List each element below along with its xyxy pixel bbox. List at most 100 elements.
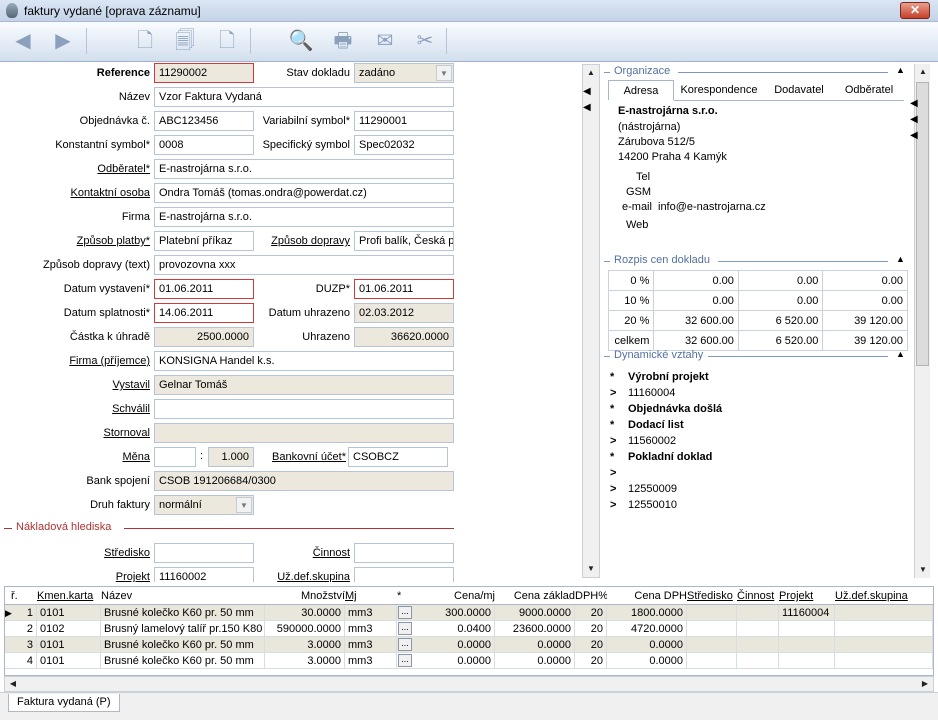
doprava-field[interactable]: Profi balík, Česká p (354, 231, 454, 251)
tab-odberatel[interactable]: Odběratel (836, 80, 902, 100)
grid-cell[interactable]: 3.0000 (265, 637, 345, 653)
objednavka-field[interactable]: ABC123456 (154, 111, 254, 131)
mail-icon[interactable]: ✉ (370, 26, 400, 56)
grid-cell[interactable] (835, 653, 933, 669)
grid-cell[interactable]: 300.0000 (413, 605, 495, 621)
grid-column-header[interactable]: Činnost (737, 587, 779, 605)
forward-arrow-icon[interactable]: ▶ (48, 26, 78, 56)
grid-cell[interactable]: mm3 (345, 605, 397, 621)
odberatel-label[interactable]: Odběratel* (4, 162, 150, 176)
grid-cell[interactable] (835, 605, 933, 621)
scroll-right-icon[interactable]: ▶ (917, 676, 933, 692)
stredisko-field[interactable] (154, 543, 254, 563)
grid-cell[interactable]: 0.0000 (413, 653, 495, 669)
datspl-field[interactable]: 14.06.2011 (154, 303, 254, 323)
firmaprij-field[interactable]: KONSIGNA Handel k.s. (154, 351, 454, 371)
grid-cell[interactable]: Brusné kolečko K60 pr. 50 mm (101, 605, 265, 621)
ellipsis-button[interactable]: ... (398, 622, 412, 635)
table-row[interactable]: ▶ 1 0101 Brusné kolečko K60 pr. 50 mm 30.000… (5, 605, 933, 621)
ucet-field[interactable]: CSOBCZ (348, 447, 448, 467)
projekt-label[interactable]: Projekt (4, 570, 150, 582)
nazev-field[interactable]: Vzor Faktura Vydaná (154, 87, 454, 107)
search-icon[interactable]: 🔍 (286, 26, 316, 56)
grid-cell[interactable]: Brusné kolečko K60 pr. 50 mm (101, 637, 265, 653)
druh-select[interactable]: normální ▼ (154, 495, 254, 515)
grid-cell[interactable]: 1800.0000 (607, 605, 687, 621)
grid-column-header[interactable]: Středisko (687, 587, 737, 605)
relation-item[interactable]: * Pokladní doklad (610, 449, 900, 465)
collapse-left-icon[interactable]: ◀ (583, 86, 591, 97)
relation-item[interactable]: >12550010 (610, 497, 900, 513)
scroll-down-icon[interactable]: ▼ (583, 561, 599, 577)
table-row[interactable]: 2 0102 Brusný lamelový talíř pr.150 K80 590… (5, 621, 933, 637)
doprava-label[interactable]: Způsob dopravy (260, 234, 350, 248)
scroll-down-icon[interactable]: ▼ (915, 562, 931, 578)
grid-cell[interactable]: 30.0000 (265, 605, 345, 621)
grid-cell[interactable]: 0101 (37, 653, 101, 669)
grid-cell[interactable] (737, 653, 779, 669)
grid-column-header[interactable]: Už.def.skupina (835, 587, 933, 605)
grid-hscrollbar[interactable]: ◀ ▶ (4, 676, 934, 692)
grid-cell[interactable]: 3.0000 (265, 653, 345, 669)
collapse-left-icon[interactable]: ◀ (910, 130, 918, 141)
tools-icon[interactable]: ✂ (410, 26, 440, 56)
grid-cell[interactable]: 4720.0000 (607, 621, 687, 637)
table-row[interactable]: 4 0101 Brusné kolečko K60 pr. 50 mm 3.0000 m… (5, 653, 933, 669)
grid-column-header[interactable]: Kmen.karta (37, 587, 101, 605)
grid-cell[interactable] (687, 621, 737, 637)
cinnost-field[interactable] (354, 543, 454, 563)
grid-cell[interactable]: Brusný lamelový talíř pr.150 K80 (101, 621, 265, 637)
grid-column-header[interactable]: Cena/mj (413, 587, 495, 605)
chevron-down-icon[interactable]: ▼ (236, 497, 252, 513)
grid-column-header[interactable]: Název (101, 587, 265, 605)
grid-cell[interactable] (687, 653, 737, 669)
print-icon[interactable]: 🖶 (328, 26, 358, 56)
relation-item[interactable]: * Objednávka došlá (610, 401, 900, 417)
relation-item[interactable]: > (610, 465, 900, 481)
grid-cell[interactable]: 0.0000 (495, 637, 575, 653)
grid-cell[interactable] (737, 621, 779, 637)
collapse-up-icon[interactable]: ▲ (896, 254, 905, 264)
grid-column-header[interactable]: Cena DPH (607, 587, 687, 605)
tab-adresa[interactable]: Adresa (608, 80, 674, 100)
grid-cell[interactable] (779, 653, 835, 669)
grid-cell[interactable]: 0102 (37, 621, 101, 637)
grid-cell[interactable]: mm3 (345, 653, 397, 669)
new-document-icon[interactable]: 🗋 (130, 26, 160, 56)
relation-item[interactable]: >11560002 (610, 433, 900, 449)
grid-cell[interactable]: 2 (11, 621, 37, 637)
grid-cell[interactable]: 20 (575, 621, 607, 637)
grid-cell[interactable] (835, 621, 933, 637)
collapse-left-icon[interactable]: ◀ (910, 98, 918, 109)
table-row[interactable]: 3 0101 Brusné kolečko K60 pr. 50 mm 3.0000 m… (5, 637, 933, 653)
grid-cell[interactable] (737, 605, 779, 621)
kontakt-field[interactable]: Ondra Tomáš (tomas.ondra@powerdat.cz) (154, 183, 454, 203)
close-button[interactable]: ✕ (900, 2, 930, 19)
firmaprij-label[interactable]: Firma (příjemce) (4, 354, 150, 368)
grid-cell[interactable]: 0.0000 (607, 653, 687, 669)
grid-column-header[interactable]: ř. (11, 587, 37, 605)
mena-field[interactable] (154, 447, 196, 467)
dopravatext-field[interactable]: provozovna xxx (154, 255, 454, 275)
grid-cell[interactable]: mm3 (345, 621, 397, 637)
grid-cell[interactable] (835, 637, 933, 653)
relation-item[interactable]: * Výrobní projekt (610, 369, 900, 385)
grid-cell[interactable]: 0.0400 (413, 621, 495, 637)
ucet-label[interactable]: Bankovní účet* (260, 450, 346, 464)
tab-korespondence[interactable]: Korespondence (676, 80, 762, 100)
form-scrollbar[interactable]: ▲ ▼ (582, 64, 600, 578)
kontakt-label[interactable]: Kontaktní osoba (4, 186, 150, 200)
grid-cell[interactable] (737, 637, 779, 653)
chevron-down-icon[interactable]: ▼ (436, 65, 452, 81)
grid-column-header[interactable]: Mj (345, 587, 397, 605)
stav-select[interactable]: zadáno ▼ (354, 63, 454, 83)
scroll-left-icon[interactable]: ◀ (5, 676, 21, 692)
grid-cell[interactable]: 0.0000 (607, 637, 687, 653)
mena-label[interactable]: Měna (4, 450, 150, 464)
scroll-up-icon[interactable]: ▲ (915, 64, 931, 80)
collapse-up-icon[interactable]: ▲ (896, 349, 905, 359)
grid-cell[interactable] (687, 605, 737, 621)
grid-cell[interactable]: 20 (575, 637, 607, 653)
specsym-field[interactable]: Spec02032 (354, 135, 454, 155)
grid-cell[interactable]: 3 (11, 637, 37, 653)
